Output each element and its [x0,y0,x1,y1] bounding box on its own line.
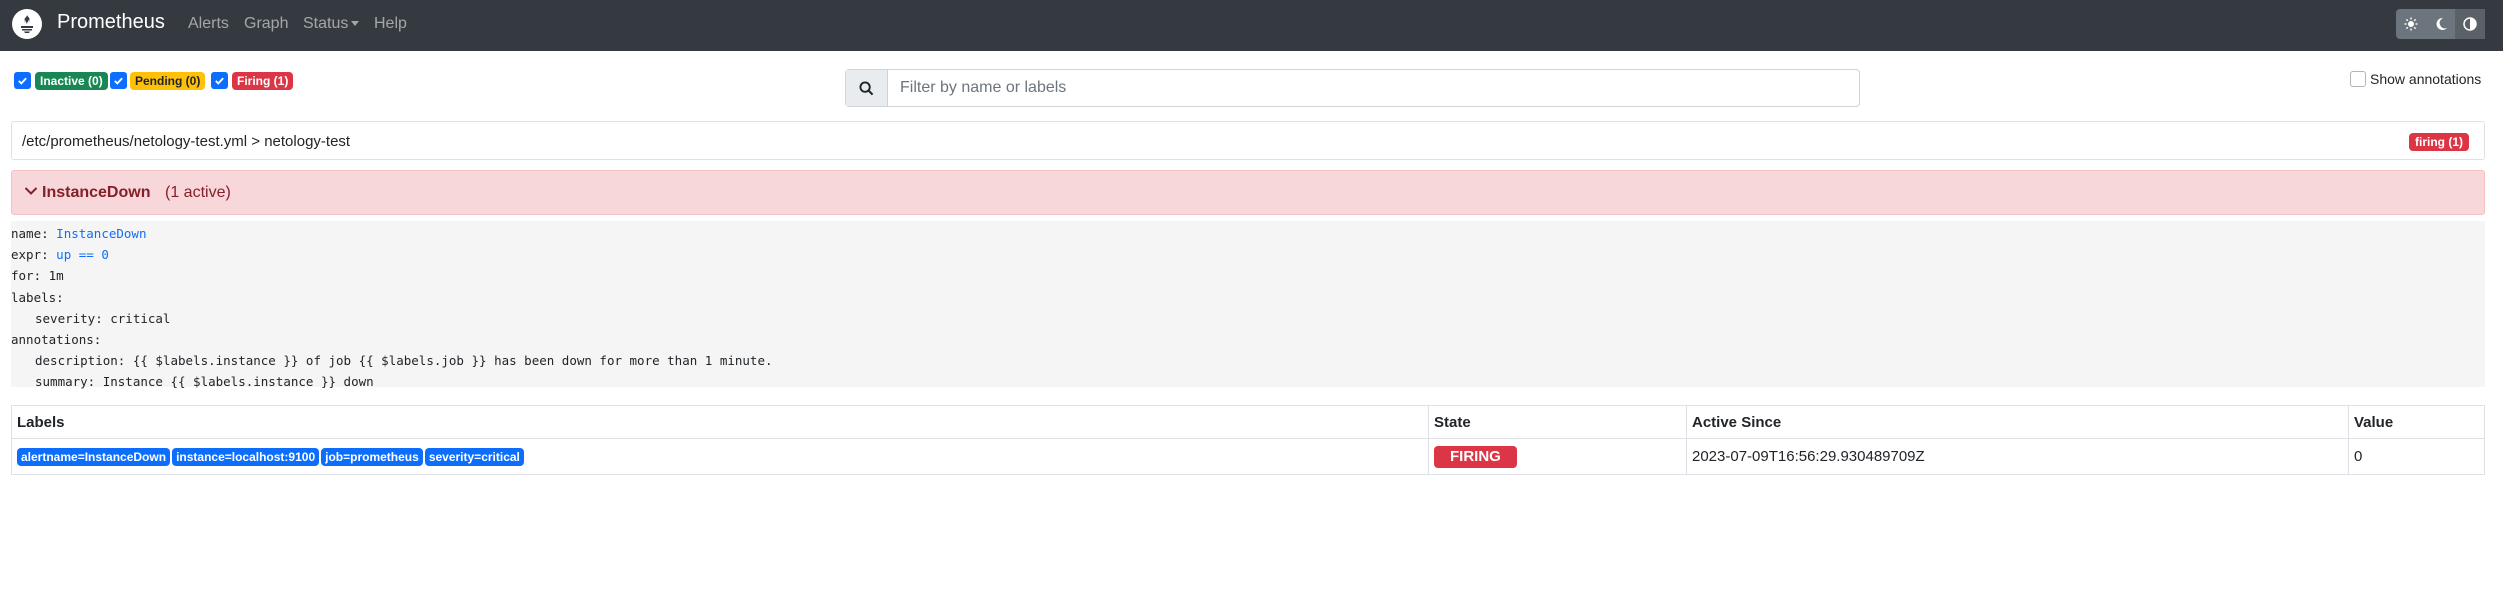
rule-group-title: /etc/prometheus/netology-test.yml > neto… [22,133,351,150]
light-theme-icon[interactable] [2396,9,2426,39]
rule-annotations-key: annotations: [11,331,102,347]
show-annotations-checkbox[interactable] [2350,71,2366,87]
show-annotations-label: Show annotations [2370,71,2482,87]
brand-title[interactable]: Prometheus [57,11,165,34]
firing-filter-checkbox[interactable] [211,72,228,89]
search-icon [846,70,888,106]
nav-status-dropdown[interactable]: Status [303,15,360,33]
rule-expr-link[interactable]: up == 0 [56,247,109,262]
rule-definition: name: InstanceDown expr: up == 0 for: 1m… [11,221,2485,389]
caret-down-icon [351,21,360,27]
rule-severity: severity: critical [35,310,171,326]
pending-filter-checkbox[interactable] [110,72,127,89]
inactive-filter-badge[interactable]: Inactive (0) [35,72,108,90]
firing-filter-badge[interactable]: Firing (1) [232,72,294,90]
alert-rule-name: InstanceDown [42,184,151,201]
labels-column-header: Labels [11,405,1429,439]
rule-name-link[interactable]: InstanceDown [56,226,146,241]
state-cell: FIRING [1428,438,1687,475]
chevron-down-icon[interactable] [24,184,38,203]
alert-active-count: (1 active) [165,184,231,201]
inactive-filter-checkbox[interactable] [14,72,31,89]
rule-labels-key: labels: [11,289,64,305]
search-input[interactable] [888,70,1859,106]
label-badge: alertname=InstanceDown [17,447,171,466]
alert-rule-header[interactable]: InstanceDown (1 active) [11,170,2485,215]
table-row: alertname=InstanceDown instance=localhost… [11,438,2485,475]
group-firing-badge: firing (1) [2409,133,2469,151]
dark-theme-icon[interactable] [2426,9,2456,39]
auto-theme-icon[interactable] [2455,9,2486,39]
active-since-cell: 2023-07-09T16:56:29.930489709Z [1686,438,2349,475]
pending-filter-badge[interactable]: Pending (0) [130,72,206,90]
rule-summary: summary: Instance {{ $labels.instance }}… [35,374,374,390]
rule-description: description: {{ $labels.instance }} of j… [35,353,773,369]
show-annotations-toggle[interactable]: Show annotations [2350,71,2481,87]
table-header-row: Labels State Active Since Value [11,405,2485,439]
rule-group-header: /etc/prometheus/netology-test.yml > neto… [11,121,2485,160]
navbar: Prometheus Alerts Graph Status Help [0,0,2503,51]
label-badge: job=prometheus [321,447,423,466]
state-column-header: State [1428,405,1687,439]
value-column-header: Value [2348,405,2485,439]
theme-toggle-group [2396,9,2486,39]
nav-graph-link[interactable]: Graph [244,15,288,33]
alerts-table: Labels State Active Since Value alertnam… [11,405,2485,475]
prometheus-logo-icon[interactable] [12,9,42,39]
nav-status-label: Status [303,15,349,32]
state-badge: FIRING [1434,445,1517,468]
rule-for: for: 1m [11,268,64,284]
value-cell: 0 [2348,438,2485,475]
label-badge: instance=localhost:9100 [172,447,320,466]
active-since-column-header: Active Since [1686,405,2349,439]
nav-help-link[interactable]: Help [374,15,407,33]
rule-expr-key: expr: [11,247,49,263]
search-bar [845,69,1860,107]
labels-cell: alertname=InstanceDown instance=localhost… [11,438,1429,475]
rule-name-key: name: [11,226,49,241]
nav-alerts-link[interactable]: Alerts [188,15,229,33]
label-badge: severity=critical [424,447,524,466]
